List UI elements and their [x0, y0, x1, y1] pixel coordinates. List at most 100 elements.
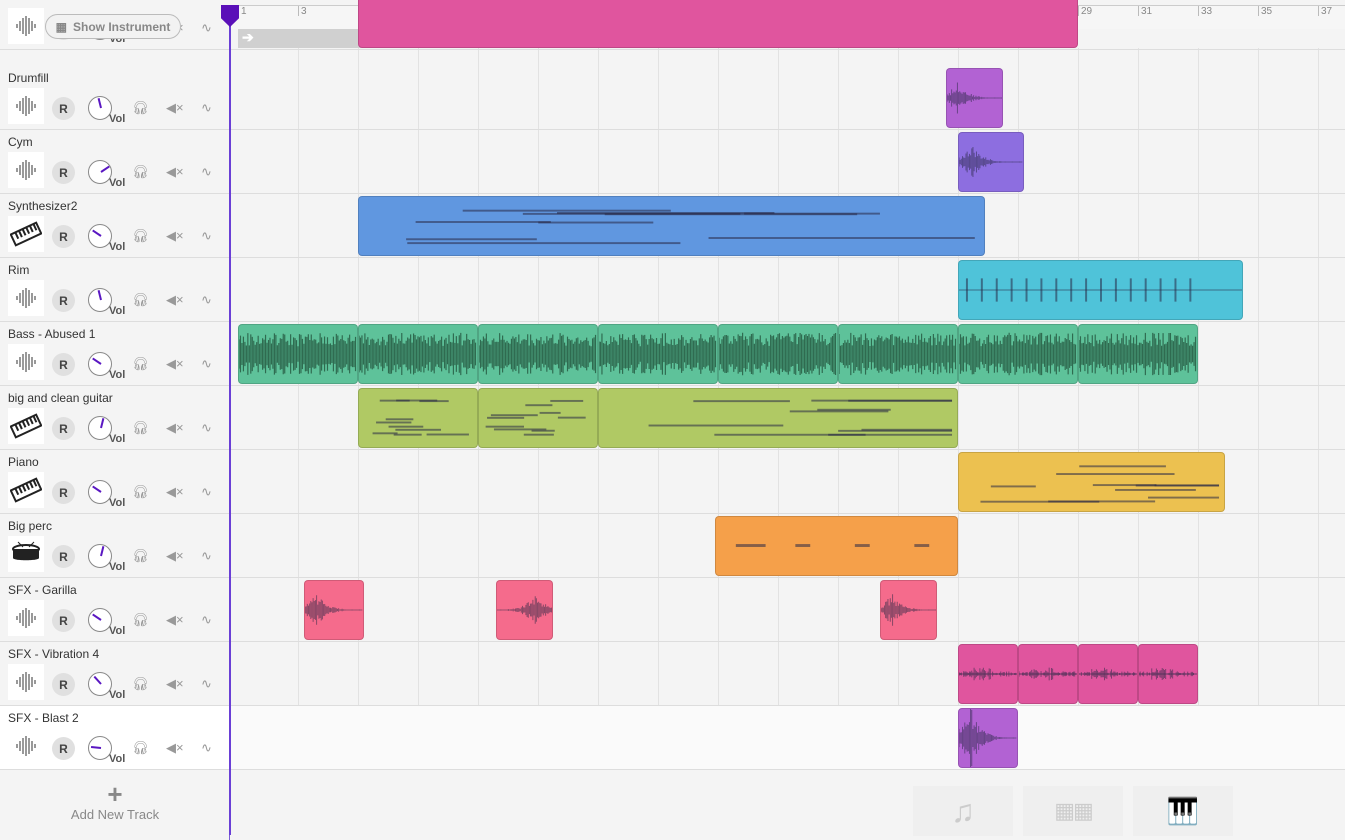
track-header[interactable]: Synthesizer2 R Vol 🎧︎ ◀× ∿	[0, 194, 230, 258]
keyboard-icon[interactable]	[8, 472, 44, 508]
record-arm-button[interactable]: R	[52, 289, 75, 312]
headphones-icon[interactable]: 🎧︎	[132, 484, 149, 500]
track-name[interactable]: Synthesizer2	[8, 199, 77, 213]
audio-region[interactable]	[358, 196, 985, 256]
track-header[interactable]: SFX - Garilla R Vol 🎧︎ ◀× ∿	[0, 578, 230, 642]
mute-icon[interactable]: ◀×	[166, 356, 184, 372]
audio-region[interactable]	[958, 260, 1243, 320]
headphones-icon[interactable]: 🎧︎	[132, 228, 149, 244]
track-name[interactable]: Big perc	[8, 519, 52, 533]
track-name[interactable]: Piano	[8, 455, 39, 469]
audio-region[interactable]	[958, 644, 1018, 704]
headphones-icon[interactable]: 🎧︎	[132, 612, 149, 628]
track-header[interactable]: Rim R Vol 🎧︎ ◀× ∿	[0, 258, 230, 322]
headphones-icon[interactable]: 🎧︎	[132, 356, 149, 372]
audio-region[interactable]	[478, 388, 598, 448]
audio-region[interactable]	[358, 388, 478, 448]
record-arm-button[interactable]: R	[52, 609, 75, 632]
audio-region[interactable]	[496, 580, 553, 640]
mute-icon[interactable]: ◀×	[166, 612, 184, 628]
automation-icon[interactable]: ∿	[201, 420, 212, 436]
automation-icon[interactable]: ∿	[201, 20, 212, 36]
headphones-icon[interactable]: 🎧︎	[132, 676, 149, 692]
record-arm-button[interactable]: R	[52, 545, 75, 568]
drum-pads-button[interactable]: ▦▦	[1023, 786, 1123, 836]
mute-icon[interactable]: ◀×	[166, 676, 184, 692]
record-arm-button[interactable]: R	[52, 97, 75, 120]
audio-region[interactable]	[304, 580, 364, 640]
record-arm-button[interactable]: R	[52, 673, 75, 696]
audio-region[interactable]	[358, 0, 1078, 48]
audio-region[interactable]	[958, 708, 1018, 768]
audio-region[interactable]	[946, 68, 1003, 128]
track-header[interactable]: Bass - Abused 1 R Vol 🎧︎ ◀× ∿	[0, 322, 230, 386]
mute-icon[interactable]: ◀×	[166, 228, 184, 244]
automation-icon[interactable]: ∿	[201, 676, 212, 692]
headphones-icon[interactable]: 🎧︎	[132, 420, 149, 436]
audio-region[interactable]	[838, 324, 958, 384]
mute-icon[interactable]: ◀×	[166, 292, 184, 308]
track-name[interactable]: Drumfill	[8, 71, 49, 85]
track-name[interactable]: SFX - Blast 2	[8, 711, 79, 725]
waveform-icon[interactable]	[8, 344, 44, 380]
track-name[interactable]: Cym	[8, 135, 33, 149]
audio-region[interactable]	[1078, 644, 1138, 704]
automation-icon[interactable]: ∿	[201, 356, 212, 372]
record-arm-button[interactable]: R	[52, 353, 75, 376]
record-arm-button[interactable]: R	[52, 737, 75, 760]
keyboard-icon[interactable]	[8, 216, 44, 252]
audio-region[interactable]	[1018, 644, 1078, 704]
waveform-icon[interactable]	[8, 280, 44, 316]
audio-region[interactable]	[718, 324, 838, 384]
mute-icon[interactable]: ◀×	[166, 100, 184, 116]
track-header[interactable]: Big perc R Vol 🎧︎ ◀× ∿	[0, 514, 230, 578]
track-name[interactable]: SFX - Vibration 4	[8, 647, 99, 661]
audio-region[interactable]	[478, 324, 598, 384]
add-new-track-button[interactable]: + Add New Track	[0, 771, 230, 835]
mute-icon[interactable]: ◀×	[166, 740, 184, 756]
record-arm-button[interactable]: R	[52, 225, 75, 248]
automation-icon[interactable]: ∿	[201, 484, 212, 500]
audio-region[interactable]	[598, 388, 958, 448]
audio-region[interactable]	[958, 452, 1225, 512]
headphones-icon[interactable]: 🎧︎	[132, 164, 149, 180]
automation-icon[interactable]: ∿	[201, 612, 212, 628]
automation-icon[interactable]: ∿	[201, 740, 212, 756]
audio-region[interactable]	[958, 132, 1024, 192]
track-header[interactable]: Piano R Vol 🎧︎ ◀× ∿	[0, 450, 230, 514]
mute-icon[interactable]: ◀×	[166, 420, 184, 436]
audio-region[interactable]	[715, 516, 958, 576]
track-header[interactable]: SFX - Vibration 4 R Vol 🎧︎ ◀× ∿	[0, 642, 230, 706]
mute-icon[interactable]: ◀×	[166, 548, 184, 564]
track-header[interactable]: Drumfill R Vol 🎧︎ ◀× ∿	[0, 66, 230, 130]
headphones-icon[interactable]: 🎧︎	[132, 292, 149, 308]
track-header[interactable]: Cym R Vol 🎧︎ ◀× ∿	[0, 130, 230, 194]
audio-region[interactable]	[958, 324, 1078, 384]
audio-region[interactable]	[358, 324, 478, 384]
waveform-icon[interactable]	[8, 152, 44, 188]
audio-region[interactable]	[598, 324, 718, 384]
headphones-icon[interactable]: 🎧︎	[132, 740, 149, 756]
audio-region[interactable]	[1138, 644, 1198, 704]
waveform-icon[interactable]	[8, 88, 44, 124]
automation-icon[interactable]: ∿	[201, 292, 212, 308]
automation-icon[interactable]: ∿	[201, 164, 212, 180]
track-name[interactable]: Bass - Abused 1	[8, 327, 95, 341]
waveform-icon[interactable]	[8, 8, 44, 44]
mute-icon[interactable]: ◀×	[166, 484, 184, 500]
automation-icon[interactable]: ∿	[201, 228, 212, 244]
record-arm-button[interactable]: R	[52, 481, 75, 504]
headphones-icon[interactable]: 🎧︎	[132, 100, 149, 116]
waveform-icon[interactable]	[8, 664, 44, 700]
show-instrument-button[interactable]: ▦ Show Instrument	[45, 14, 181, 39]
audio-region[interactable]	[880, 580, 937, 640]
piano-button[interactable]: 🎹	[1133, 786, 1233, 836]
music-note-button[interactable]: ♫	[913, 786, 1013, 836]
audio-region[interactable]	[1078, 324, 1198, 384]
mute-icon[interactable]: ◀×	[166, 164, 184, 180]
record-arm-button[interactable]: R	[52, 161, 75, 184]
track-header[interactable]: SFX - Blast 2 R Vol 🎧︎ ◀× ∿	[0, 706, 230, 770]
waveform-icon[interactable]	[8, 600, 44, 636]
drum-icon[interactable]	[8, 536, 44, 572]
playhead[interactable]	[229, 5, 231, 835]
